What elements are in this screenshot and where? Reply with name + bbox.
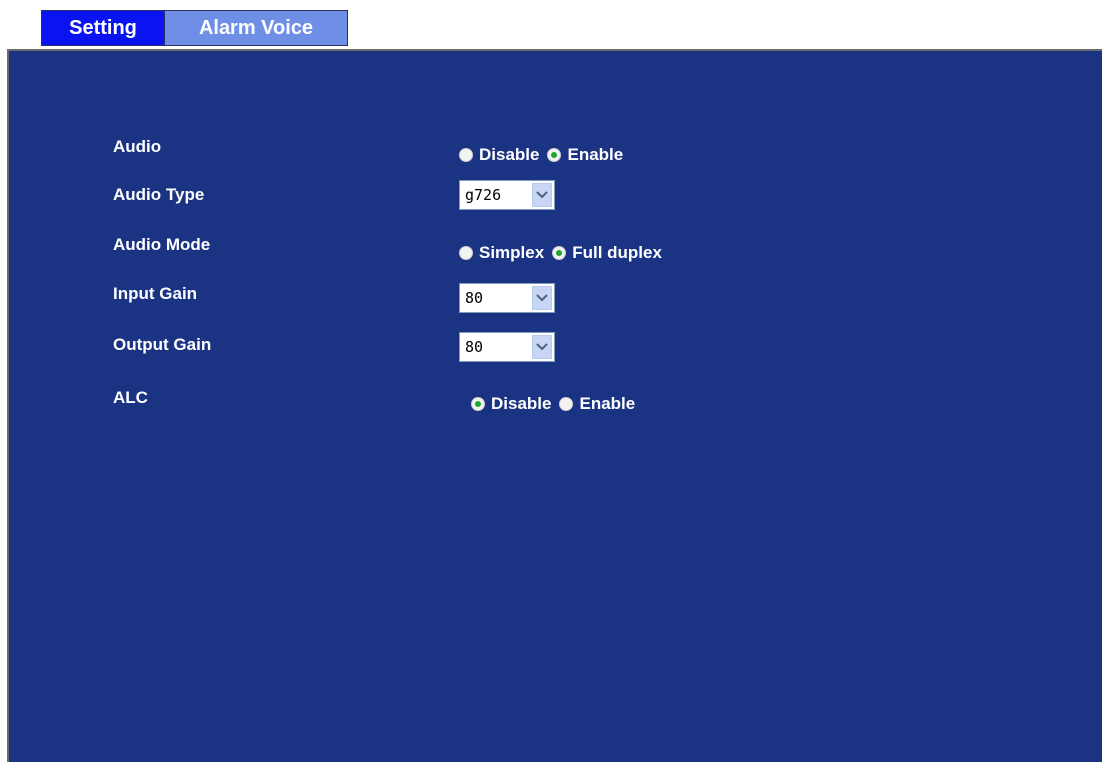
input-gain-row: Input Gain 80: [9, 283, 1102, 313]
alc-enable-radio[interactable]: [559, 397, 574, 411]
alc-disable-radio[interactable]: [471, 397, 485, 411]
audio-mode-label: Audio Mode: [113, 235, 211, 254]
audio-mode-full-duplex-radio[interactable]: [552, 246, 567, 260]
audio-mode-row: Audio Mode Simplex Full duplex: [9, 234, 1102, 264]
audio-mode-simplex-label: Simplex: [479, 243, 545, 262]
tab-bar: Setting Alarm Voice: [41, 10, 348, 48]
settings-panel: Audio Disable Enable Audio Type g726 Aud…: [7, 49, 1102, 762]
alc-enable-option[interactable]: Enable: [559, 394, 635, 414]
audio-label: Audio: [113, 137, 162, 156]
audio-disable-label: Disable: [479, 145, 540, 164]
audio-type-value: g726: [465, 186, 502, 204]
alc-disable-label: Disable: [491, 394, 552, 413]
alc-disable-option[interactable]: Disable: [471, 394, 551, 414]
audio-radio-group: Disable Enable: [459, 145, 631, 165]
audio-row: Audio Disable Enable: [9, 136, 1102, 166]
audio-mode-simplex-option[interactable]: Simplex: [459, 243, 544, 263]
audio-disable-option[interactable]: Disable: [459, 145, 539, 165]
input-gain-value: 80: [465, 289, 484, 307]
audio-disable-radio[interactable]: [459, 148, 473, 162]
audio-mode-full-duplex-label: Full duplex: [572, 243, 662, 262]
input-gain-label: Input Gain: [113, 284, 198, 303]
chevron-down-icon[interactable]: [532, 286, 552, 310]
output-gain-row: Output Gain 80: [9, 332, 1102, 364]
alc-enable-label: Enable: [579, 394, 636, 413]
audio-enable-label: Enable: [567, 145, 624, 164]
output-gain-select[interactable]: 80: [459, 332, 555, 362]
input-gain-select[interactable]: 80: [459, 283, 555, 313]
alc-radio-group: Disable Enable: [471, 394, 643, 414]
audio-enable-radio[interactable]: [547, 148, 562, 162]
audio-type-row: Audio Type g726: [9, 180, 1102, 214]
audio-mode-radio-group: Simplex Full duplex: [459, 243, 670, 263]
alc-row: ALC Disable Enable: [9, 387, 1102, 417]
audio-enable-option[interactable]: Enable: [547, 145, 623, 165]
audio-mode-simplex-radio[interactable]: [459, 246, 473, 260]
output-gain-value: 80: [465, 338, 484, 356]
tab-setting[interactable]: Setting: [41, 10, 165, 46]
tab-alarm-voice[interactable]: Alarm Voice: [165, 10, 348, 46]
audio-type-label: Audio Type: [113, 185, 205, 204]
chevron-down-icon[interactable]: [532, 335, 552, 359]
audio-type-select[interactable]: g726: [459, 180, 555, 210]
output-gain-label: Output Gain: [113, 335, 212, 354]
chevron-down-icon[interactable]: [532, 183, 552, 207]
alc-label: ALC: [113, 388, 148, 407]
audio-mode-full-duplex-option[interactable]: Full duplex: [552, 243, 662, 263]
